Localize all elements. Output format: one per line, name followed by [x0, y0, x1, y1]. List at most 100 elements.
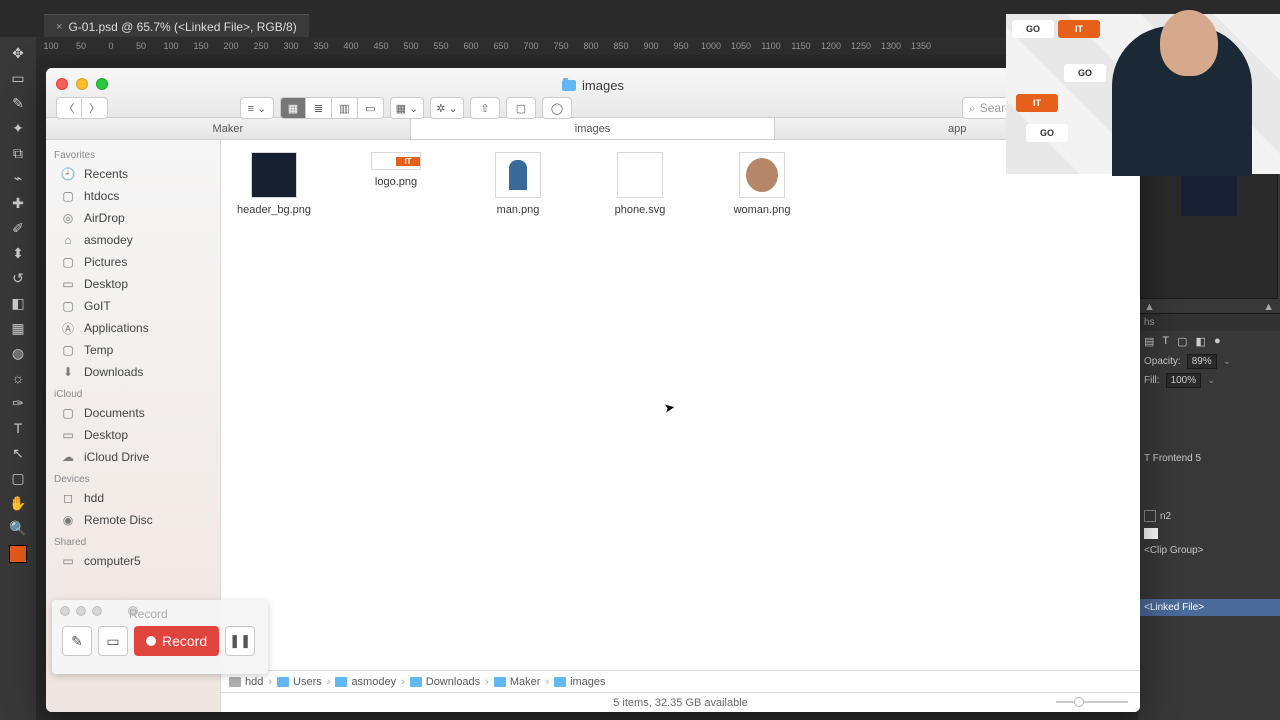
layer-clip-group[interactable]: <Clip Group>: [1138, 542, 1280, 559]
share-button[interactable]: ⇧: [470, 97, 500, 119]
triangle-left-icon[interactable]: ▲: [1144, 301, 1155, 313]
chevron-down-icon[interactable]: ⌄: [1207, 375, 1215, 386]
path-crumb[interactable]: asmodey: [335, 676, 396, 688]
back-button[interactable]: 〈: [56, 97, 82, 119]
crop-tool-icon[interactable]: ⧉: [6, 141, 30, 165]
path-tool-icon[interactable]: ↖: [6, 441, 30, 465]
close-tab-icon[interactable]: ×: [56, 21, 62, 33]
sidebar-item-airdrop[interactable]: ◎AirDrop: [46, 207, 220, 229]
healing-tool-icon[interactable]: ✚: [6, 191, 30, 215]
sidebar-item-applications[interactable]: ⒶApplications: [46, 317, 220, 339]
finder-nav-buttons: 〈 〉: [56, 97, 108, 119]
sidebar-item-remote-disc[interactable]: ◉Remote Disc: [46, 509, 220, 531]
sidebar-item-downloads[interactable]: ⬇Downloads: [46, 361, 220, 383]
brush-tool-icon[interactable]: ✐: [6, 216, 30, 240]
finder-toolbar-row: 〈 〉 ≡ ⌄ ▦ ≣ ▥ ▭ ▦ ⌄ ✲ ⌄ ⇧ ▢ ◯ ⌕ Search: [56, 96, 1130, 120]
stamp-tool-icon[interactable]: ⬍: [6, 241, 30, 265]
wand-tool-icon[interactable]: ✦: [6, 116, 30, 140]
layer-item-swatch[interactable]: [1138, 525, 1280, 542]
group-menu-button[interactable]: ▦ ⌄: [390, 97, 424, 119]
sidebar-item-desktop[interactable]: ▭Desktop: [46, 424, 220, 446]
lasso-tool-icon[interactable]: ✎: [6, 91, 30, 115]
sidebar-item-icon: ◉: [60, 513, 76, 527]
history-brush-tool-icon[interactable]: ↺: [6, 266, 30, 290]
pause-button[interactable]: ❚❚: [225, 626, 255, 656]
dodge-tool-icon[interactable]: ☼: [6, 366, 30, 390]
recorder-traffic-dot[interactable]: [60, 606, 70, 616]
blur-tool-icon[interactable]: ◍: [6, 341, 30, 365]
file-item[interactable]: phone.svg: [595, 152, 685, 216]
type-tool-icon[interactable]: T: [6, 416, 30, 440]
search-icon: ⌕: [969, 101, 976, 116]
fill-value[interactable]: 100%: [1166, 373, 1202, 388]
sidebar-item-icloud-drive[interactable]: ☁iCloud Drive: [46, 446, 220, 468]
file-item[interactable]: header_bg.png: [229, 152, 319, 216]
pen-tool-icon[interactable]: ✑: [6, 391, 30, 415]
opacity-value[interactable]: 89%: [1187, 354, 1217, 369]
file-item[interactable]: man.png: [473, 152, 563, 216]
path-crumb[interactable]: Downloads: [410, 676, 480, 688]
sidebar-item-temp[interactable]: ▢Temp: [46, 339, 220, 361]
chevron-down-icon[interactable]: ⌄: [1223, 356, 1231, 367]
photoshop-document-tab[interactable]: × G-01.psd @ 65.7% (<Linked File>, RGB/8…: [44, 14, 309, 39]
tab-maker[interactable]: Maker: [46, 118, 411, 139]
path-crumb[interactable]: Users: [277, 676, 322, 688]
go-badge: GO: [1012, 20, 1054, 38]
layer-linked-file[interactable]: <Linked File>: [1138, 599, 1280, 616]
sidebar-item-documents[interactable]: ▢Documents: [46, 402, 220, 424]
record-button[interactable]: Record: [134, 626, 219, 656]
eyedropper-tool-icon[interactable]: ⌁: [6, 166, 30, 190]
recorder-traffic-dot[interactable]: [92, 606, 102, 616]
tab-images[interactable]: images: [411, 118, 776, 139]
recorder-traffic-dot[interactable]: [76, 606, 86, 616]
rectangle-tool-icon[interactable]: ▢: [6, 466, 30, 490]
sidebar-item-pictures[interactable]: ▢Pictures: [46, 251, 220, 273]
list-view-button[interactable]: ≣: [306, 97, 332, 119]
gradient-tool-icon[interactable]: ▦: [6, 316, 30, 340]
sort-menu-button[interactable]: ≡ ⌄: [240, 97, 274, 119]
triangle-right-icon[interactable]: ▲: [1263, 301, 1274, 313]
file-item[interactable]: IT logo.png: [351, 152, 441, 188]
recorder-edit-button[interactable]: ✎: [62, 626, 92, 656]
sidebar-section-header: Devices: [46, 468, 220, 487]
path-crumb[interactable]: images: [554, 676, 605, 688]
layer-shape-icon[interactable]: ▢: [1177, 335, 1187, 348]
sidebar-item-hdd[interactable]: ◻hdd: [46, 487, 220, 509]
action-menu-button[interactable]: ✲ ⌄: [430, 97, 464, 119]
column-view-button[interactable]: ▥: [332, 97, 358, 119]
zoom-tool-icon[interactable]: 🔍: [6, 516, 30, 540]
sidebar-item-recents[interactable]: 🕘Recents: [46, 163, 220, 185]
marquee-tool-icon[interactable]: ▭: [6, 66, 30, 90]
finder-icons-area[interactable]: header_bg.png IT logo.png man.png phone.…: [221, 140, 1140, 670]
layer-toggle-icon[interactable]: ●: [1214, 335, 1221, 348]
sidebar-item-icon: ▢: [60, 189, 76, 203]
layer-filter-icon[interactable]: ▤: [1144, 335, 1154, 348]
path-crumb[interactable]: hdd: [229, 676, 263, 688]
tags-button[interactable]: ◯: [542, 97, 572, 119]
sidebar-item-asmodey[interactable]: ⌂asmodey: [46, 229, 220, 251]
layer-type-icon[interactable]: T: [1162, 335, 1169, 348]
paths-panel-tab[interactable]: hs: [1138, 313, 1280, 331]
hand-tool-icon[interactable]: ✋: [6, 491, 30, 515]
sidebar-item-label: Pictures: [84, 255, 127, 269]
path-crumb[interactable]: Maker: [494, 676, 541, 688]
layer-item-group[interactable]: n2: [1138, 507, 1280, 525]
sidebar-item-desktop[interactable]: ▭Desktop: [46, 273, 220, 295]
forward-button[interactable]: 〉: [82, 97, 108, 119]
recorder-screen-button[interactable]: ▭: [98, 626, 128, 656]
layers-fill-row: Fill: 100% ⌄: [1138, 371, 1280, 390]
layer-item-frontend[interactable]: T Frontend 5: [1138, 450, 1280, 467]
layers-icon-row: ▤ T ▢ ◧ ●: [1138, 331, 1280, 352]
eraser-tool-icon[interactable]: ◧: [6, 291, 30, 315]
file-item[interactable]: woman.png: [717, 152, 807, 216]
gallery-view-button[interactable]: ▭: [358, 97, 384, 119]
sidebar-item-computer5[interactable]: ▭computer5: [46, 550, 220, 572]
move-tool-icon[interactable]: ✥: [6, 41, 30, 65]
sidebar-item-goit[interactable]: ▢GoIT: [46, 295, 220, 317]
sidebar-item-htdocs[interactable]: ▢htdocs: [46, 185, 220, 207]
zoom-slider[interactable]: [1056, 697, 1128, 707]
layer-smart-icon[interactable]: ◧: [1196, 335, 1206, 348]
icon-view-button[interactable]: ▦: [280, 97, 306, 119]
new-folder-button[interactable]: ▢: [506, 97, 536, 119]
foreground-color-swatch[interactable]: [9, 545, 27, 563]
